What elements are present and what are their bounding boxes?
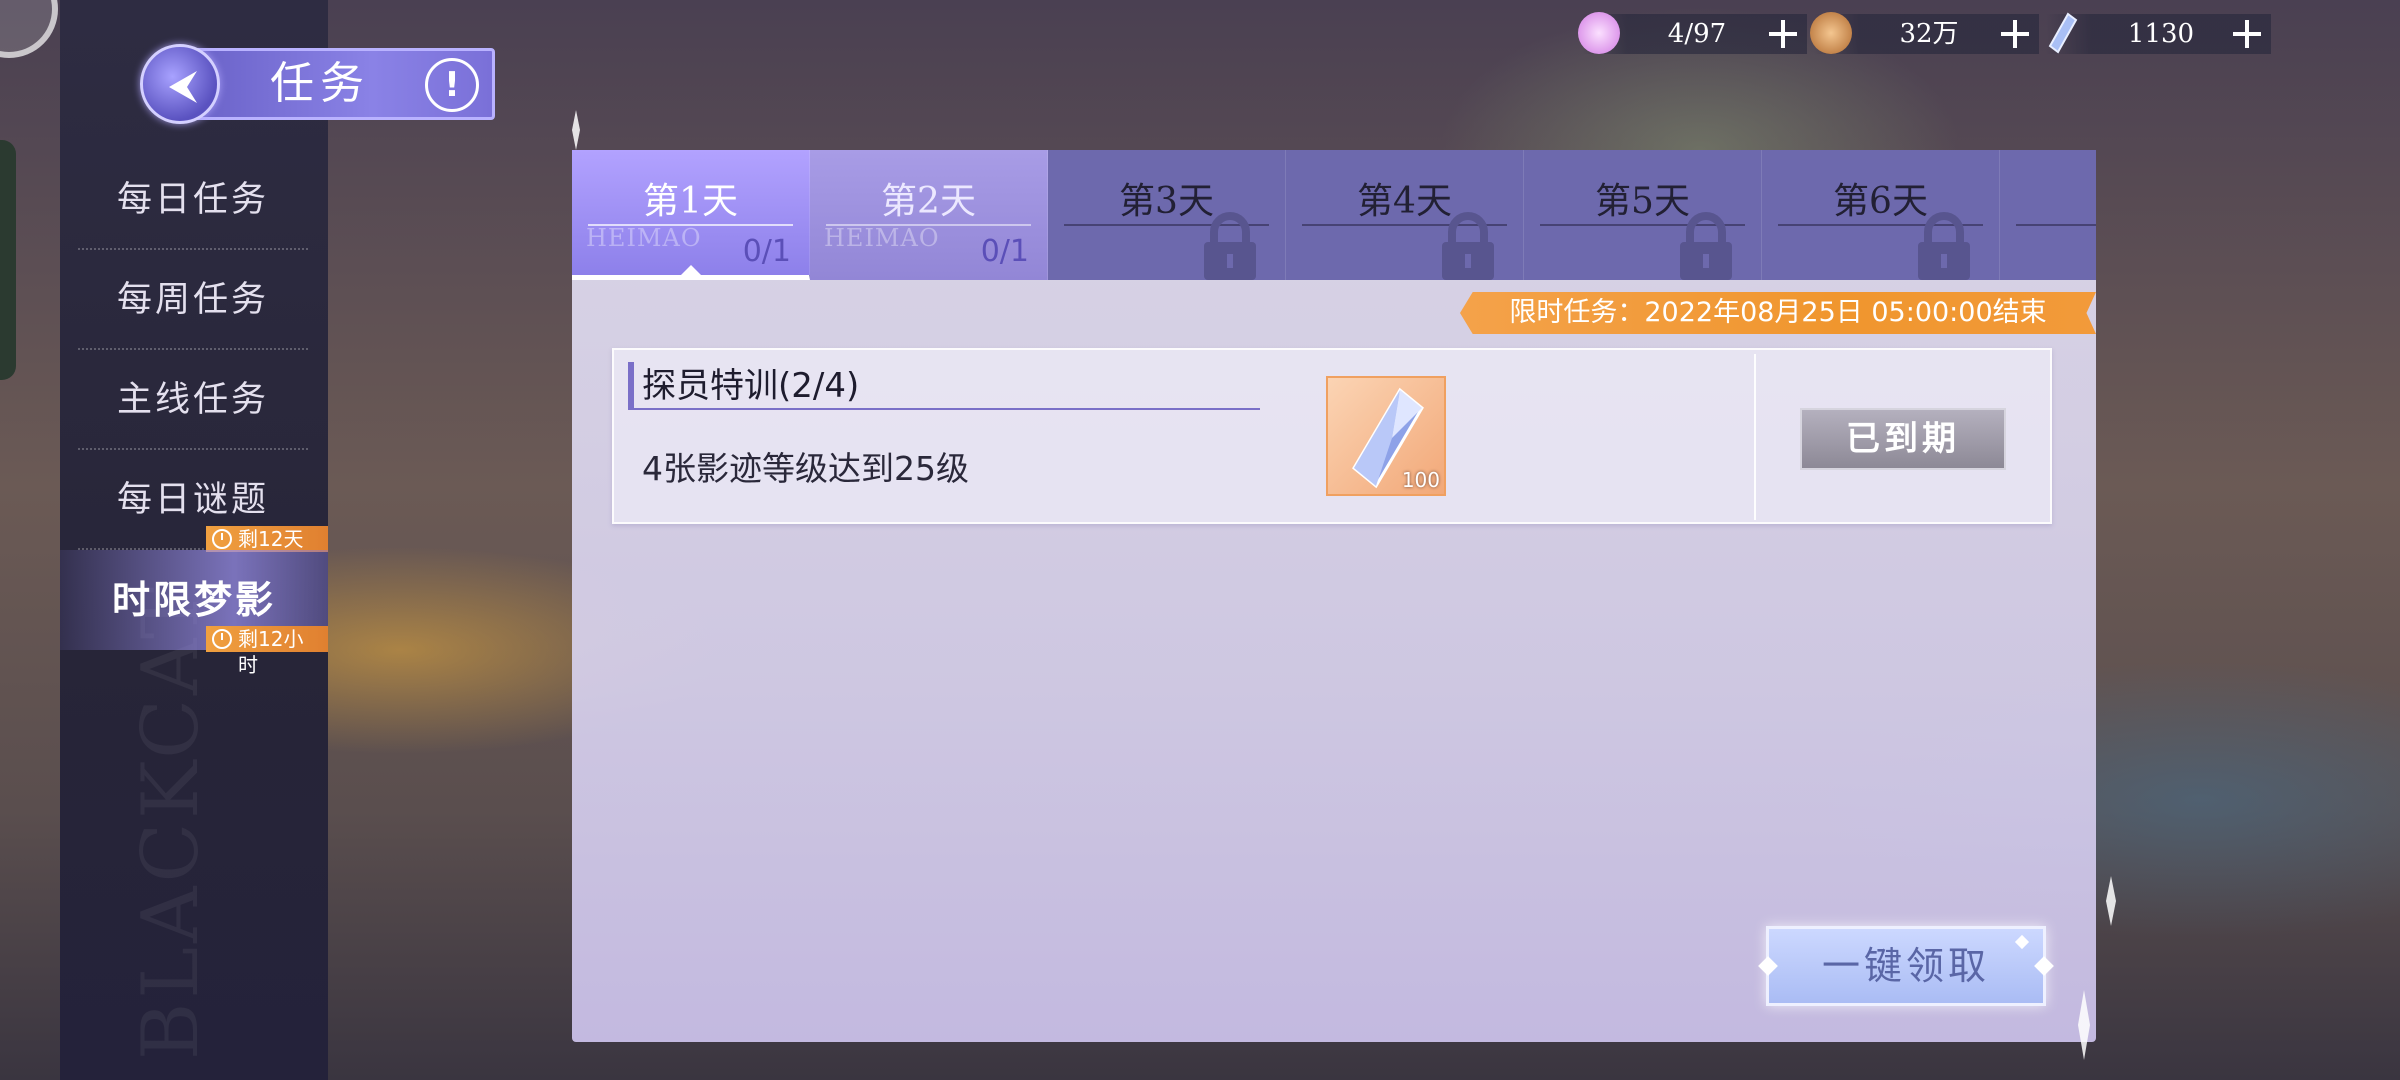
- task-card: 探员特训(2/4) 4张影迹等级达到25级 100 已到期: [612, 348, 2052, 524]
- claim-all-button[interactable]: 一键领取: [1758, 926, 2054, 1006]
- lock-icon: [1204, 212, 1256, 280]
- currency-stamina: 4/97: [1578, 12, 1807, 54]
- expired-button[interactable]: 已到期: [1800, 408, 2006, 470]
- currency-crystal: 1130: [2046, 12, 2271, 54]
- coin-icon: [1810, 12, 1852, 54]
- day-tabs: 第1天 HEIMAO 0/1 第2天 HEIMAO 0/1 第3天 第4天 第5…: [572, 150, 2096, 280]
- tab-divider: [2016, 224, 2096, 226]
- sparkle-icon: [2034, 956, 2054, 976]
- tab-day-5[interactable]: 第5天: [1524, 150, 1762, 280]
- tab-progress: 0/1: [742, 234, 791, 269]
- reward-count: 100: [1401, 468, 1440, 492]
- sidebar-item-label: 每周任务: [116, 280, 269, 320]
- sidebar-item-main[interactable]: 主线任务: [78, 350, 308, 450]
- card-separator: [1754, 354, 1756, 520]
- sparkle-icon: [2014, 934, 2030, 950]
- header: 任务 !: [140, 44, 500, 124]
- add-crystal-button[interactable]: [2231, 18, 2263, 50]
- tab-progress: 0/1: [980, 234, 1029, 269]
- tab-label: 第1天: [643, 181, 738, 222]
- crystal-icon: [2048, 12, 2078, 54]
- sparkle-icon: [2106, 876, 2116, 926]
- currency-value: 32万: [1899, 19, 1959, 49]
- sidebar-item-label: 每日谜题: [116, 480, 269, 520]
- add-coin-button[interactable]: [1999, 18, 2031, 50]
- clock-icon: [212, 629, 232, 649]
- info-button[interactable]: !: [425, 58, 479, 112]
- lock-icon: [1442, 212, 1494, 280]
- sidebar-item-label: 主线任务: [116, 380, 269, 420]
- sidebar-item-weekly[interactable]: 每周任务: [78, 250, 308, 350]
- sidebar-item-daily[interactable]: 每日任务: [78, 150, 308, 250]
- timer-badge: 剩12小时: [206, 626, 328, 677]
- lock-icon: [1680, 212, 1732, 280]
- lock-icon: [1918, 212, 1970, 280]
- add-stamina-button[interactable]: [1767, 18, 1799, 50]
- banner-text: 限时任务：2022年08月25日 05:00:00结束: [1509, 297, 2047, 328]
- tab-day-2[interactable]: 第2天 HEIMAO 0/1: [810, 150, 1048, 280]
- limited-time-banner: 限时任务：2022年08月25日 05:00:00结束: [1460, 292, 2096, 334]
- tab-label: 第: [2000, 172, 2096, 224]
- timer-badge: 剩12天: [206, 526, 328, 552]
- tab-watermark: HEIMAO: [824, 224, 940, 252]
- currency-coin: 32万: [1810, 12, 2039, 54]
- sidebar-watermark: BLACKCAT: [126, 582, 216, 1060]
- stamina-icon: [1578, 12, 1620, 54]
- task-panel: 第1天 HEIMAO 0/1 第2天 HEIMAO 0/1 第3天 第4天 第5…: [572, 150, 2096, 1042]
- back-button[interactable]: [140, 44, 220, 124]
- sparkle-icon: [1758, 956, 1778, 976]
- task-title: 探员特训(2/4): [642, 366, 860, 406]
- page-title: 任务: [270, 58, 370, 109]
- sparkle-icon: [572, 110, 580, 150]
- tab-day-6[interactable]: 第6天: [1762, 150, 2000, 280]
- tab-day-4[interactable]: 第4天: [1286, 150, 1524, 280]
- edge-pull-tab[interactable]: [0, 140, 16, 380]
- back-arrow-icon: [169, 71, 197, 103]
- tab-watermark: HEIMAO: [586, 224, 702, 252]
- claim-all-label: 一键领取: [1821, 944, 1990, 988]
- tab-pointer: [681, 265, 701, 275]
- sidebar-item-label: 每日任务: [116, 180, 269, 220]
- tab-day-3[interactable]: 第3天: [1048, 150, 1286, 280]
- tab-day-1[interactable]: 第1天 HEIMAO 0/1: [572, 150, 810, 280]
- title-accent: [628, 362, 634, 408]
- reward-item[interactable]: 100: [1326, 376, 1446, 496]
- title-underline: [628, 408, 1260, 410]
- corner-decoration: [0, 0, 58, 58]
- currency-value: 1130: [2127, 19, 2195, 49]
- currency-value: 4/97: [1667, 19, 1727, 49]
- tab-label: 第2天: [881, 181, 976, 222]
- sidebar-item-label: 时限梦影: [111, 577, 276, 622]
- task-description: 4张影迹等级达到25级: [642, 449, 969, 488]
- tab-day-7[interactable]: 第: [2000, 150, 2096, 280]
- timer-text: 剩12天: [238, 527, 304, 551]
- clock-icon: [212, 529, 232, 549]
